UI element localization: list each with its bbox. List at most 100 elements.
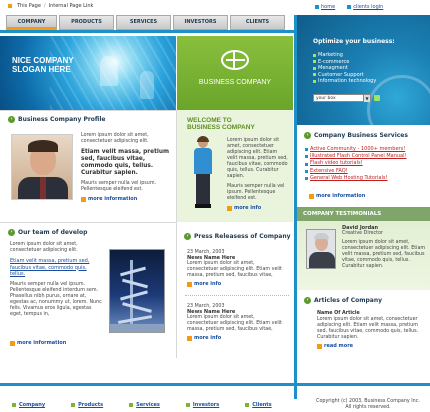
profile-more-link[interactable]: more information	[81, 196, 176, 202]
team-more-link[interactable]: more information	[10, 340, 66, 346]
hero-banner: NICE COMPANY SLOGAN HERE	[0, 36, 176, 110]
arrow-icon	[81, 196, 86, 202]
bullet-icon	[313, 60, 316, 64]
arrow-icon	[187, 335, 192, 341]
team-link[interactable]: Etiam velit massa, pretium sed, faucibus…	[10, 258, 102, 278]
service-link-label: Flash video tutorials!	[310, 160, 363, 167]
team-section: › Our team of develop Lorem ipsum dolor s…	[8, 229, 176, 355]
press-more-link[interactable]: more info	[187, 281, 287, 287]
more-label: more info	[194, 335, 222, 341]
copyright: Copyright (c) 2003, Business Company Inc…	[312, 399, 424, 411]
breadcrumb-item[interactable]: This Page	[17, 3, 41, 9]
bullet-icon	[245, 403, 250, 407]
welcome-title: WELCOME TO BUSINESS COMPANY	[187, 117, 255, 131]
services-more-link[interactable]: more information	[309, 193, 365, 199]
bullet-icon	[313, 73, 316, 77]
hero-figure	[140, 71, 154, 99]
arrow-circle-icon: ›	[184, 233, 191, 240]
press-text: Lorem ipsum dolor sit amet, consectetuer…	[187, 261, 282, 278]
nav-tab-label: SERVICES	[129, 19, 158, 25]
services-list: Active Community - 1000+ members! Illust…	[305, 146, 407, 182]
arrow-circle-icon: ›	[8, 116, 15, 123]
services-title: › Company Business Services	[304, 132, 408, 139]
article-text: Lorem ipsum dolor sit amet, consectetuer…	[317, 317, 419, 340]
footer-link-company[interactable]: Company	[12, 402, 45, 408]
more-label: more info	[194, 281, 222, 287]
nav-tab-investors[interactable]: INVESTORS	[173, 15, 228, 30]
breadcrumb-arrow-icon	[8, 4, 12, 8]
team-body: Mauris semper nulla vel ipsum. Pellentes…	[10, 281, 102, 317]
optimize-select[interactable]: your box ▼	[313, 94, 371, 102]
go-button[interactable]	[374, 95, 380, 101]
testimonials-header: COMPANY TESTIMONIALS	[297, 207, 430, 221]
press-title: › Press Releasess of Company	[184, 233, 291, 240]
footer-link-investors[interactable]: Investors	[185, 402, 220, 408]
footer-link-clients[interactable]: Clients	[245, 402, 272, 408]
press-text: Lorem ipsum dolor sit amet, consectetuer…	[187, 315, 282, 332]
bullet-icon	[313, 53, 316, 57]
optimize-item[interactable]: Information technology	[313, 78, 376, 85]
services-section: › Company Business Services Active Commun…	[297, 125, 430, 207]
welcome-column: WELCOME TO BUSINESS COMPANY Lorem ipsum …	[177, 110, 293, 222]
nav-tab-company[interactable]: COMPANY	[6, 15, 57, 30]
service-link-label: General Web Hosting Tutorials!	[310, 174, 388, 181]
footer-link-label: Investors	[192, 402, 220, 408]
bullet-icon	[71, 403, 76, 407]
clients-login-link[interactable]: clients login	[353, 4, 383, 10]
logo-text-bold: BUSINESS	[198, 79, 235, 86]
main-nav: COMPANY PRODUCTS SERVICES INVESTORS CLIE…	[0, 15, 297, 33]
nav-tab-services[interactable]: SERVICES	[116, 15, 171, 30]
bullet-icon	[185, 403, 190, 407]
articles-title: › Articles of Company	[304, 297, 382, 304]
arrow-icon	[317, 343, 322, 349]
logo-text: BUSINESS COMPANY	[177, 79, 293, 86]
hero-slogan-line: NICE COMPANY	[12, 56, 74, 65]
service-link[interactable]: Active Community - 1000+ members!	[305, 146, 407, 153]
nav-tab-products[interactable]: PRODUCTS	[59, 15, 114, 30]
breadcrumb-item[interactable]: Internal Page Link	[49, 3, 94, 9]
service-link-label: Extensive FAQ!	[310, 167, 348, 174]
service-link[interactable]: Extensive FAQ!	[305, 168, 407, 175]
welcome-body: Lorem ipsum dolor sit amet, consectetuer…	[227, 138, 288, 179]
welcome-title-line: WELCOME TO	[187, 117, 232, 124]
press-item: 23 March, 2003 News Name Here Lorem ipsu…	[187, 304, 287, 341]
profile-intro: Lorem ipsum dolor sit amet, consectetuer…	[81, 133, 149, 144]
bullet-icon	[313, 66, 316, 70]
nav-tab-label: COMPANY	[17, 19, 46, 25]
profile-highlight: Etiam velit massa, pretium sed, faucibus…	[81, 149, 170, 176]
arrow-icon	[227, 205, 232, 211]
footer-separator	[0, 383, 430, 386]
press-item: 23 March, 2003 News Name Here Lorem ipsu…	[187, 250, 287, 287]
profile-photo	[11, 134, 73, 200]
service-link[interactable]: Flash video tutorials!	[305, 160, 407, 167]
article-name: Name Of Article	[317, 311, 360, 316]
welcome-title-line: BUSINESS COMPANY	[187, 124, 255, 131]
breadcrumb: This Page / Internal Page Link	[8, 3, 93, 9]
more-label: more information	[316, 193, 366, 199]
nav-tab-label: PRODUCTS	[71, 19, 102, 25]
testimonials-section: COMPANY TESTIMONIALS David Jordan Creati…	[297, 207, 430, 290]
team-building-image	[109, 249, 165, 333]
globe-icon	[221, 50, 249, 70]
footer-nav: Company Products Services Investors Clie…	[12, 402, 272, 408]
divider-line	[185, 295, 289, 296]
service-link[interactable]: General Web Hosting Tutorials!	[305, 175, 407, 182]
copyright-line: All rights reserved.	[345, 405, 391, 410]
team-intro: Lorem ipsum dolor sit amet, consectetuer…	[10, 242, 78, 253]
user-icon	[347, 5, 352, 9]
footer-link-services[interactable]: Services	[129, 402, 160, 408]
welcome-more-link[interactable]: more info	[227, 205, 289, 211]
sidebar-divider	[294, 15, 297, 399]
optimize-list: Marketing E-commerce Menagment Customer …	[313, 52, 376, 85]
footer-link-label: Services	[136, 402, 160, 408]
articles-read-more[interactable]: read more	[317, 343, 425, 349]
arrow-circle-icon: ›	[8, 229, 15, 236]
service-link[interactable]: Illustrated Flash Control Panel Manual!	[305, 153, 407, 160]
footer-link-products[interactable]: Products	[71, 402, 103, 408]
press-more-link[interactable]: more info	[187, 335, 287, 341]
arrow-icon	[187, 281, 192, 287]
more-label: read more	[324, 343, 354, 349]
home-link[interactable]: home	[321, 4, 335, 10]
team-title: › Our team of develop	[8, 229, 176, 236]
nav-tab-clients[interactable]: CLIENTS	[230, 15, 285, 30]
